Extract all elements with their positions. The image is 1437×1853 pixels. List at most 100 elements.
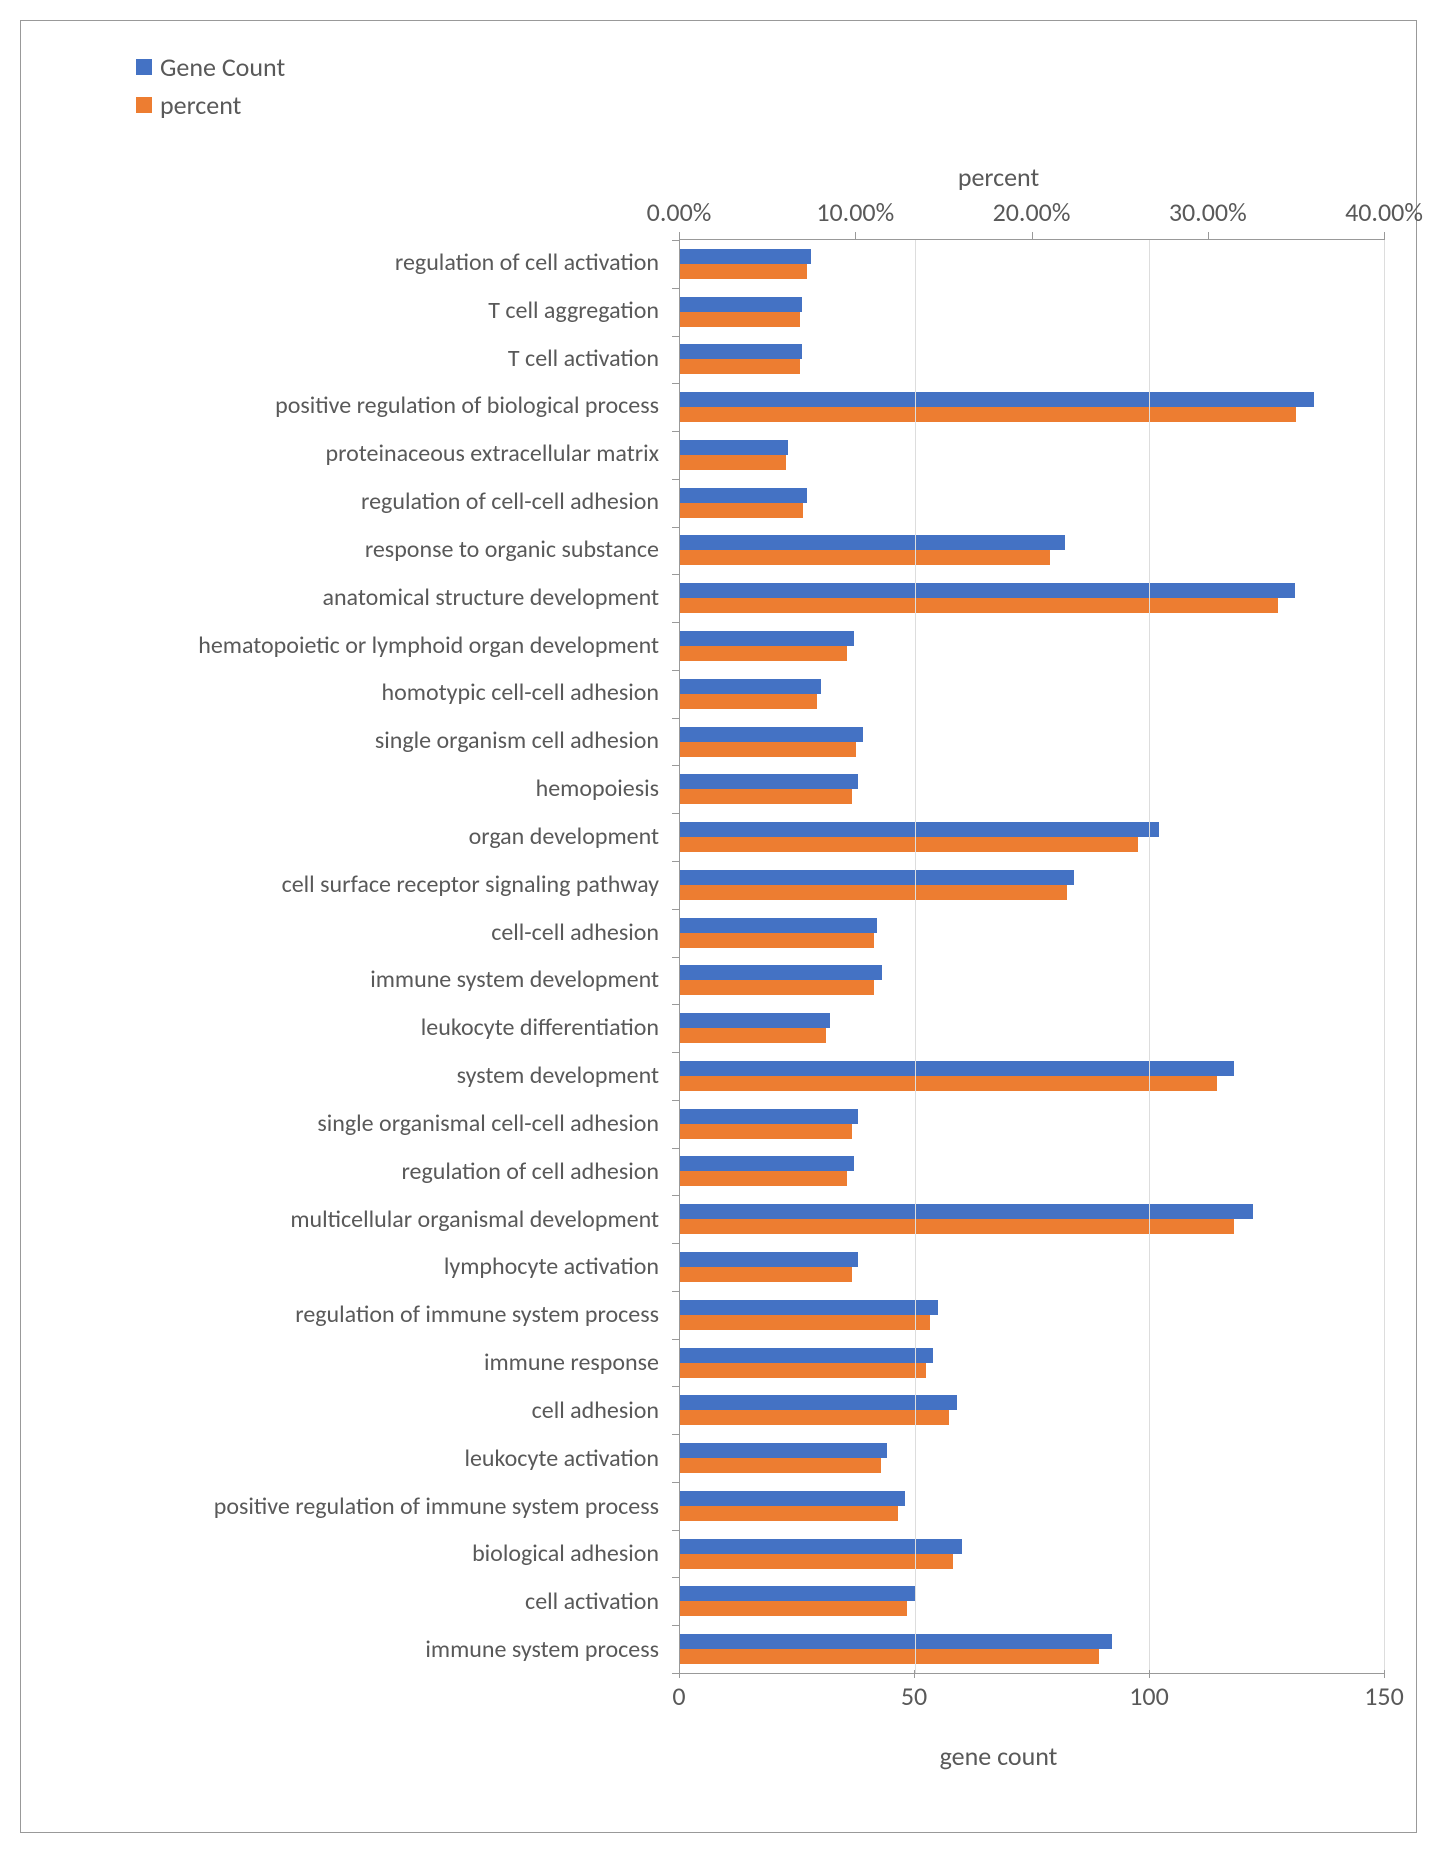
category-label: single organism cell adhesion [375,726,659,756]
category-label: system development [457,1061,659,1091]
top-tick-label: 10.00% [816,196,894,228]
percent-bar [680,885,1067,900]
percent-bar [680,646,847,661]
category-label: cell adhesion [532,1396,659,1426]
top-tick-label: 40.00% [1345,196,1423,228]
percent-bar [680,1554,953,1569]
percent-bar [680,742,856,757]
bottom-tick-label: 0 [672,1680,685,1712]
gene-count-bar [680,1586,915,1601]
top-tick-label: 20.00% [993,196,1071,228]
gene-count-bar [680,392,1314,407]
category-label: regulation of cell activation [395,248,659,278]
category-label: organ development [469,822,659,852]
category-label: positive regulation of biological proces… [275,391,659,421]
gene-count-bar [680,1204,1253,1219]
gene-count-bar [680,1634,1112,1649]
category-label: positive regulation of immune system pro… [214,1492,659,1522]
gene-count-bar [680,1061,1234,1076]
top-tick-label: 30.00% [1169,196,1247,228]
percent-bar [680,1506,898,1521]
gene-count-bar [680,1013,830,1028]
category-label: biological adhesion [472,1539,659,1569]
gene-count-bar [680,965,882,980]
gene-count-bar [680,344,802,359]
bottom-tick-label: 100 [1129,1680,1169,1712]
category-label: response to organic substance [365,535,659,565]
category-label: immune system process [425,1635,659,1665]
category-label: leukocyte activation [464,1444,659,1474]
chart-container: Gene Count percent percent 0.00%10.00%20… [20,20,1417,1833]
gene-count-bar [680,1300,938,1315]
category-label: regulation of immune system process [295,1300,659,1330]
gene-count-bar [680,535,1065,550]
category-label: hematopoietic or lymphoid organ developm… [198,631,659,661]
top-tick-label: 0.00% [647,196,712,228]
gene-count-bar [680,1491,905,1506]
legend-item-percent: percent [136,89,285,121]
percent-bar [680,1458,881,1473]
gene-count-bar [680,297,802,312]
percent-bar [680,598,1278,613]
percent-bar [680,980,874,995]
gene-count-bar [680,440,788,455]
category-label: single organismal cell-cell adhesion [317,1109,659,1139]
gene-count-bar [680,488,807,503]
gridline [915,240,916,1673]
gene-count-bar [680,774,858,789]
gene-count-bar [680,1109,858,1124]
percent-bar [680,550,1050,565]
gene-count-bar [680,679,821,694]
gene-count-bar [680,583,1295,598]
percent-bar [680,1601,907,1616]
percent-bar [680,1363,926,1378]
percent-bar [680,264,807,279]
bottom-tick-label: 150 [1364,1680,1404,1712]
category-label: cell-cell adhesion [491,918,659,948]
category-label: regulation of cell adhesion [402,1157,660,1187]
gene-count-bar [680,918,877,933]
gene-count-bar [680,631,854,646]
category-label: immune response [484,1348,659,1378]
percent-bar [680,1219,1234,1234]
gridline [1149,240,1150,1673]
gene-count-bar [680,1348,933,1363]
percent-bar [680,1315,930,1330]
category-label: regulation of cell-cell adhesion [361,487,659,517]
category-label: cell activation [525,1587,659,1617]
percent-bar [680,503,803,518]
percent-bar [680,407,1296,422]
bottom-axis-title: gene count [21,1740,1416,1772]
gene-count-bar [680,249,811,264]
category-label: cell surface receptor signaling pathway [282,870,659,900]
legend-label-gene-count: Gene Count [160,51,285,83]
category-label: T cell aggregation [488,296,659,326]
category-label: multicellular organismal development [290,1205,659,1235]
category-label: immune system development [370,965,659,995]
gridline [1384,240,1385,1673]
legend-label-percent: percent [160,89,241,121]
top-axis: 0.00%10.00%20.00%30.00%40.00% [679,196,1384,236]
gene-count-bar [680,1443,887,1458]
percent-bar [680,1076,1217,1091]
gene-count-bar [680,1156,854,1171]
percent-bar [680,694,817,709]
gene-count-bar [680,727,863,742]
category-label: T cell activation [508,344,659,374]
percent-bar [680,359,800,374]
bottom-tick-label: 50 [901,1680,927,1712]
gene-count-bar [680,1539,962,1554]
gene-count-swatch-icon [136,59,152,75]
category-label: anatomical structure development [322,583,659,613]
percent-bar [680,1649,1099,1664]
percent-bar [680,789,852,804]
percent-bar [680,1171,847,1186]
percent-swatch-icon [136,97,152,113]
gene-count-bar [680,1252,858,1267]
percent-bar [680,837,1138,852]
percent-bar [680,1028,826,1043]
percent-bar [680,312,800,327]
percent-bar [680,455,786,470]
bottom-axis: 050100150 [679,1674,1384,1714]
gene-count-bar [680,870,1074,885]
